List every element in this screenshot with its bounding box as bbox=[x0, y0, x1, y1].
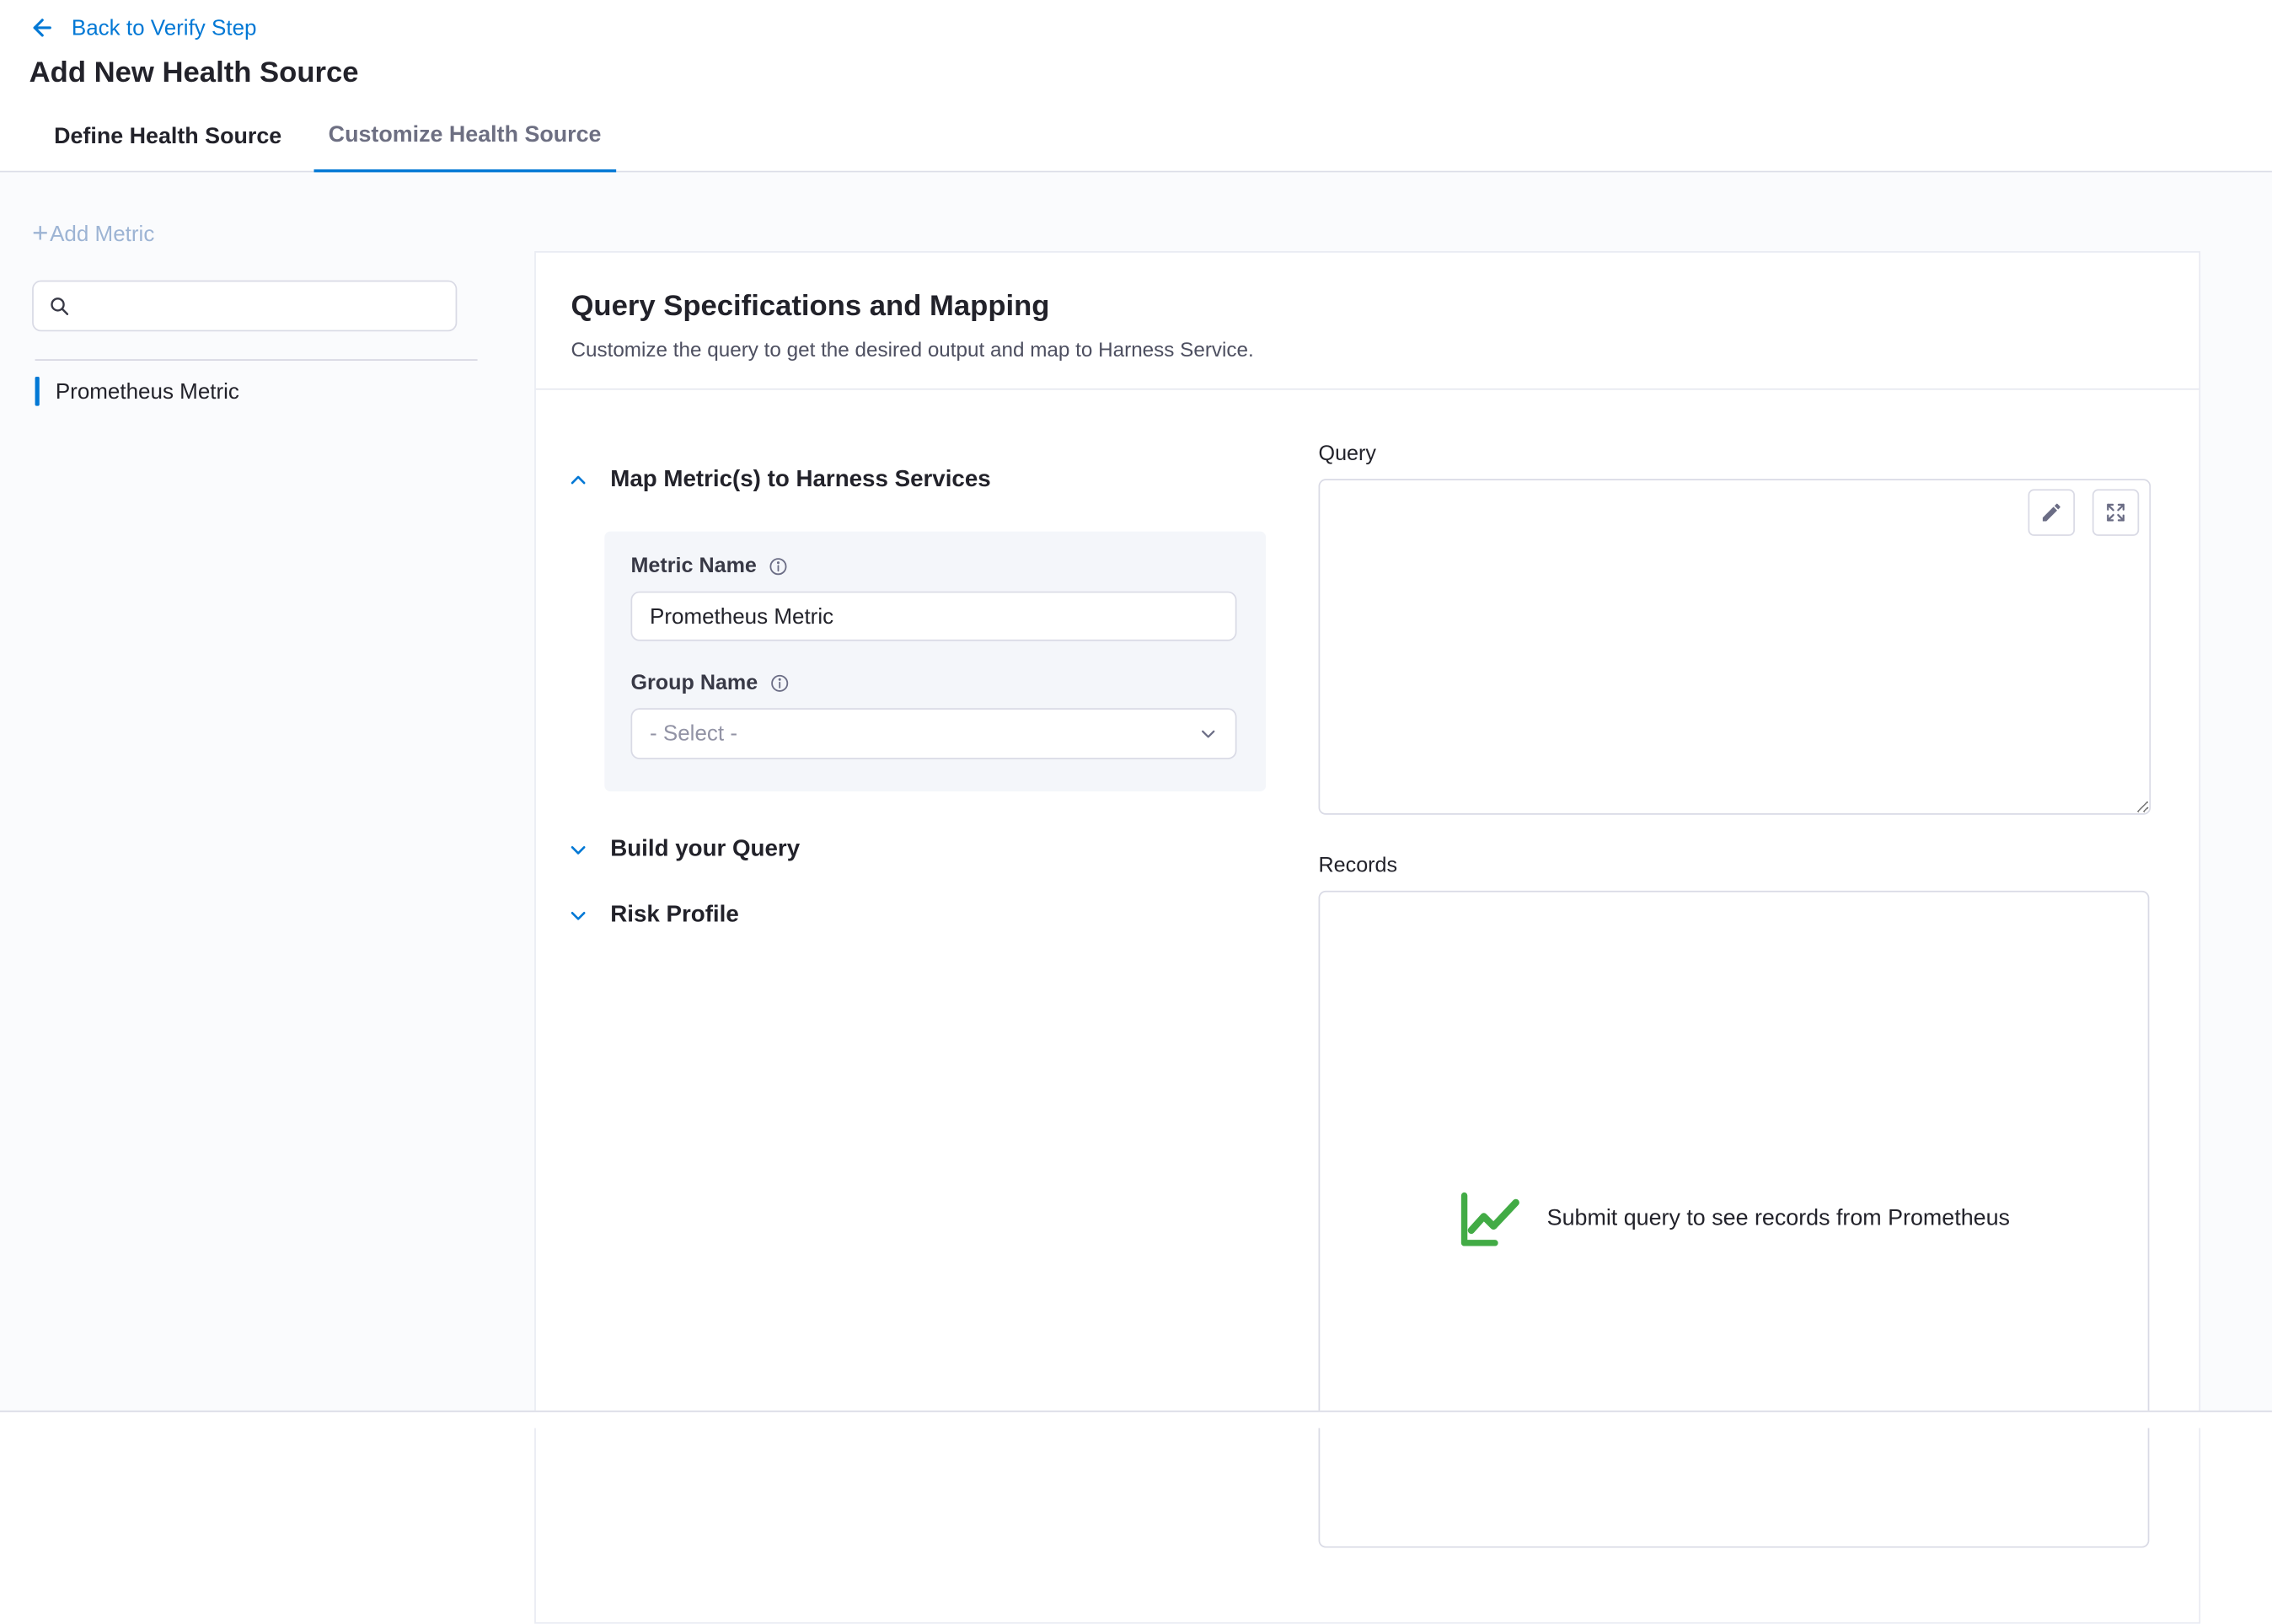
page-title: Add New Health Source bbox=[29, 57, 2272, 91]
section-risk-profile[interactable]: Risk Profile bbox=[568, 901, 1269, 930]
query-column: Query bbox=[1319, 390, 2151, 1548]
arrow-left-icon bbox=[29, 14, 56, 40]
expand-icon bbox=[2104, 501, 2128, 524]
section-risk-profile-label: Risk Profile bbox=[610, 903, 739, 929]
chevron-down-icon bbox=[568, 905, 588, 925]
metric-name-label: Metric Name bbox=[630, 555, 756, 578]
chevron-down-icon bbox=[1198, 724, 1218, 743]
back-link-label: Back to Verify Step bbox=[72, 15, 257, 40]
card-body: Map Metric(s) to Harness Services Metric… bbox=[536, 390, 2199, 1548]
bottom-edge-divider bbox=[0, 1411, 2272, 1428]
query-editor-wrap bbox=[1319, 479, 2151, 814]
metric-list-item-prometheus[interactable]: Prometheus Metric bbox=[35, 373, 535, 410]
metric-name-label-row: Metric Name bbox=[630, 555, 1239, 578]
selected-indicator-bar bbox=[35, 377, 40, 406]
search-icon bbox=[48, 295, 70, 317]
tab-define-health-source[interactable]: Define Health Source bbox=[51, 102, 285, 170]
section-build-query[interactable]: Build your Query bbox=[568, 835, 1269, 865]
metrics-sidebar: + Add Metric Prometheus Metric bbox=[0, 172, 534, 1413]
page: Back to Verify Step Add New Health Sourc… bbox=[0, 0, 2272, 1428]
sidebar-divider bbox=[35, 359, 478, 361]
content-area: + Add Metric Prometheus Metric Query Spe… bbox=[0, 172, 2272, 1413]
card-title: Query Specifications and Mapping bbox=[571, 291, 2163, 324]
section-map-metrics-label: Map Metric(s) to Harness Services bbox=[610, 467, 990, 493]
records-panel: Submit query to see records from Prometh… bbox=[1319, 891, 2150, 1548]
records-label: Records bbox=[1319, 855, 2151, 878]
back-link[interactable]: Back to Verify Step bbox=[29, 14, 257, 40]
plus-icon: + bbox=[32, 223, 48, 245]
mapping-column: Map Metric(s) to Harness Services Metric… bbox=[568, 390, 1269, 1548]
pencil-icon bbox=[2039, 501, 2063, 524]
records-empty-message: Submit query to see records from Prometh… bbox=[1547, 1206, 2010, 1232]
tab-customize-health-source[interactable]: Customize Health Source bbox=[313, 102, 615, 172]
tab-bar: Define Health Source Customize Health So… bbox=[0, 102, 2272, 172]
metric-search-box[interactable] bbox=[32, 281, 457, 332]
chart-icon bbox=[1458, 1188, 1525, 1250]
edit-query-button[interactable] bbox=[2028, 489, 2075, 535]
section-build-query-label: Build your Query bbox=[610, 837, 800, 863]
metric-item-label: Prometheus Metric bbox=[56, 379, 239, 404]
group-name-select-value: - Select - bbox=[650, 721, 737, 746]
query-label: Query bbox=[1319, 442, 2151, 466]
chevron-down-icon bbox=[568, 839, 588, 860]
add-metric-label: Add Metric bbox=[50, 222, 154, 246]
expand-query-button[interactable] bbox=[2092, 489, 2139, 535]
metric-name-info-icon[interactable] bbox=[769, 556, 789, 576]
card-header: Query Specifications and Mapping Customi… bbox=[536, 253, 2199, 390]
group-name-info-icon[interactable] bbox=[769, 673, 790, 694]
group-name-label-row: Group Name bbox=[630, 672, 1239, 695]
group-name-label: Group Name bbox=[630, 672, 758, 695]
card-subtitle: Customize the query to get the desired o… bbox=[571, 337, 2163, 361]
query-textarea[interactable] bbox=[1319, 479, 2151, 814]
metric-name-input[interactable] bbox=[630, 592, 1236, 641]
search-input[interactable] bbox=[82, 292, 441, 319]
group-name-select[interactable]: - Select - bbox=[630, 708, 1236, 759]
query-actions bbox=[2028, 489, 2140, 535]
add-metric-button[interactable]: + Add Metric bbox=[32, 222, 154, 246]
metric-mapping-panel: Metric Name Group Name bbox=[604, 532, 1266, 791]
chevron-up-icon bbox=[568, 470, 588, 490]
section-map-metrics[interactable]: Map Metric(s) to Harness Services bbox=[568, 466, 1269, 496]
page-header: Back to Verify Step Add New Health Sourc… bbox=[0, 0, 2272, 102]
